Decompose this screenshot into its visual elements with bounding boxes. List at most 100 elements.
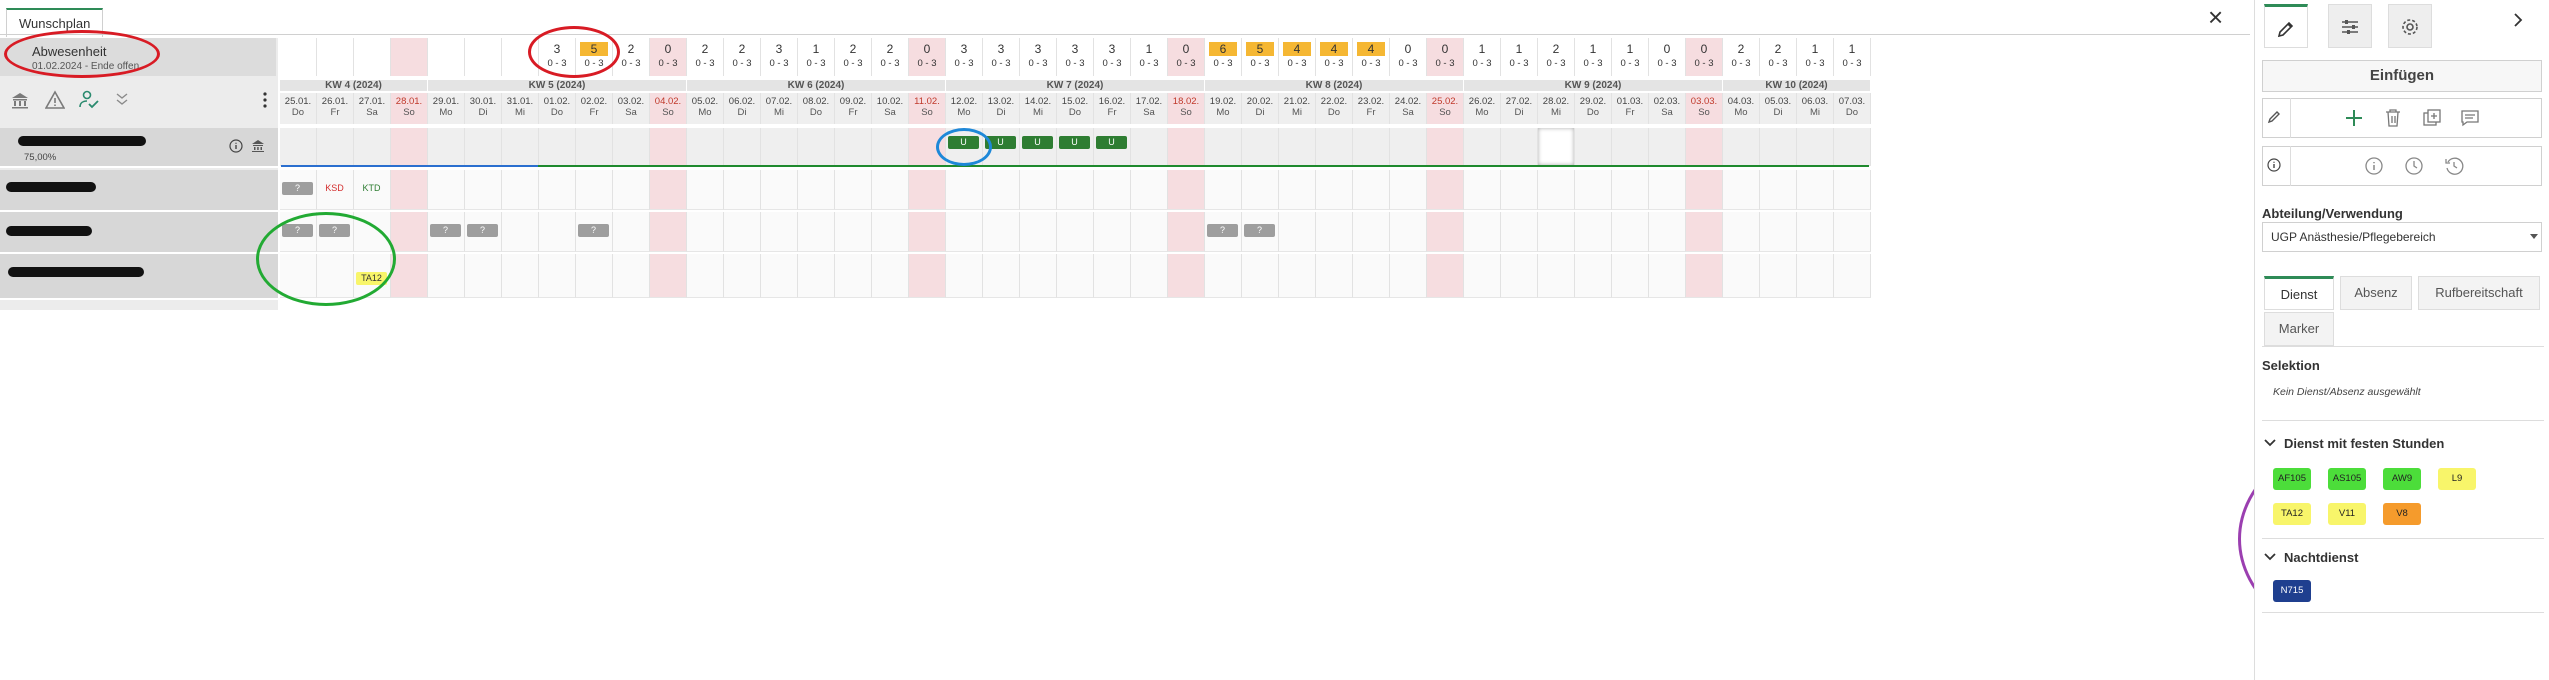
schedule-cell[interactable] (687, 212, 724, 252)
schedule-cell[interactable] (1020, 212, 1057, 252)
schedule-cell[interactable] (1464, 128, 1501, 166)
schedule-cell[interactable] (650, 254, 687, 298)
schedule-cell[interactable] (1057, 170, 1094, 210)
schedule-cell[interactable] (1242, 254, 1279, 298)
shift-tag-u[interactable]: U (1022, 136, 1053, 149)
schedule-cell[interactable] (428, 128, 465, 166)
schedule-cell[interactable] (687, 170, 724, 210)
schedule-cell[interactable] (1575, 170, 1612, 210)
schedule-cell[interactable] (1760, 212, 1797, 252)
date-cell[interactable]: 30.01. Di (465, 93, 502, 124)
schedule-cell[interactable] (1797, 128, 1834, 166)
schedule-cell[interactable] (354, 128, 391, 166)
date-cell[interactable]: 13.02. Di (983, 93, 1020, 124)
schedule-cell[interactable] (798, 128, 835, 166)
schedule-cell[interactable] (946, 170, 983, 210)
plus-icon[interactable] (2344, 108, 2364, 128)
date-cell[interactable]: 07.03. Do (1834, 93, 1871, 124)
date-cell[interactable]: 01.02. Do (539, 93, 576, 124)
shift-tag-unknown[interactable]: ? (282, 224, 313, 237)
schedule-cell[interactable] (539, 212, 576, 252)
subtab-rufbereitschaft[interactable]: Rufbereitschaft (2418, 276, 2540, 310)
schedule-cell[interactable] (1316, 254, 1353, 298)
shift-tag-u[interactable]: U (1059, 136, 1090, 149)
schedule-cell[interactable] (724, 254, 761, 298)
schedule-cell[interactable] (1464, 212, 1501, 252)
date-cell[interactable]: 25.01. Do (280, 93, 317, 124)
schedule-cell[interactable] (1686, 254, 1723, 298)
schedule-cell[interactable] (576, 128, 613, 166)
schedule-cell[interactable] (1390, 212, 1427, 252)
service-af105[interactable]: AF105 (2273, 468, 2311, 490)
schedule-cell[interactable] (1353, 254, 1390, 298)
schedule-cell[interactable] (1353, 170, 1390, 210)
tab-wunschplan[interactable]: Wunschplan (6, 8, 104, 37)
schedule-cell[interactable] (1279, 212, 1316, 252)
date-cell[interactable]: 12.02. Mo (946, 93, 983, 124)
clock-icon[interactable] (2404, 156, 2424, 176)
schedule-cell[interactable] (724, 128, 761, 166)
schedule-cell[interactable] (1538, 128, 1575, 166)
subtab-marker[interactable]: Marker (2264, 312, 2334, 346)
schedule-cell[interactable] (1205, 170, 1242, 210)
schedule-cell[interactable] (872, 170, 909, 210)
date-cell[interactable]: 29.02. Do (1575, 93, 1612, 124)
shift-tag-u[interactable]: U (948, 136, 979, 149)
shift-tag-unknown[interactable]: ? (319, 224, 350, 237)
date-cell[interactable]: 14.02. Mi (1020, 93, 1057, 124)
schedule-cell[interactable] (1649, 128, 1686, 166)
schedule-cell[interactable] (1797, 212, 1834, 252)
tab-edit[interactable] (2264, 4, 2308, 48)
service-v11[interactable]: V11 (2328, 503, 2366, 525)
duplicate-icon[interactable] (2422, 108, 2442, 128)
date-cell[interactable]: 05.02. Mo (687, 93, 724, 124)
date-cell[interactable]: 31.01. Mi (502, 93, 539, 124)
dropdown-arrow-icon[interactable] (2530, 234, 2538, 240)
schedule-cell[interactable] (1760, 254, 1797, 298)
schedule-cell[interactable] (1168, 212, 1205, 252)
schedule-cell[interactable] (1131, 212, 1168, 252)
date-cell[interactable]: 03.02. Sa (613, 93, 650, 124)
subtab-absenz[interactable]: Absenz (2340, 276, 2412, 310)
date-cell[interactable]: 25.02. So (1427, 93, 1464, 124)
schedule-cell[interactable] (1797, 170, 1834, 210)
date-cell[interactable]: 15.02. Do (1057, 93, 1094, 124)
schedule-cell[interactable] (1427, 128, 1464, 166)
schedule-cell[interactable] (354, 212, 391, 252)
schedule-cell[interactable] (835, 170, 872, 210)
schedule-cell[interactable] (1834, 128, 1871, 166)
schedule-cell[interactable] (1131, 254, 1168, 298)
section-night[interactable]: Nachtdienst (2284, 550, 2358, 565)
schedule-cell[interactable] (280, 128, 317, 166)
schedule-cell[interactable] (391, 170, 428, 210)
schedule-cell[interactable] (872, 212, 909, 252)
date-cell[interactable]: 22.02. Do (1316, 93, 1353, 124)
schedule-cell[interactable] (1723, 254, 1760, 298)
schedule-cell[interactable] (983, 212, 1020, 252)
schedule-cell[interactable] (909, 170, 946, 210)
chevron-down-icon[interactable] (2264, 552, 2276, 562)
schedule-cell[interactable] (502, 128, 539, 166)
schedule-cell[interactable] (1797, 254, 1834, 298)
schedule-cell[interactable] (1538, 170, 1575, 210)
shift-tag-unknown[interactable]: ? (1244, 224, 1275, 237)
schedule-cell[interactable] (280, 254, 317, 298)
date-cell[interactable]: 21.02. Mi (1279, 93, 1316, 124)
schedule-cell[interactable] (613, 128, 650, 166)
trash-icon[interactable] (2384, 108, 2402, 128)
schedule-cell[interactable] (465, 170, 502, 210)
date-cell[interactable]: 20.02. Di (1242, 93, 1279, 124)
date-cell[interactable]: 16.02. Fr (1094, 93, 1131, 124)
date-cell[interactable]: 26.02. Mo (1464, 93, 1501, 124)
service-ta12[interactable]: TA12 (2273, 503, 2311, 525)
schedule-cell[interactable] (1760, 128, 1797, 166)
schedule-cell[interactable] (1723, 128, 1760, 166)
schedule-cell[interactable] (1575, 212, 1612, 252)
schedule-cell[interactable] (1168, 128, 1205, 166)
schedule-cell[interactable] (1464, 170, 1501, 210)
schedule-cell[interactable] (391, 254, 428, 298)
date-cell[interactable]: 04.02. So (650, 93, 687, 124)
schedule-cell[interactable] (539, 128, 576, 166)
service-aw9[interactable]: AW9 (2383, 468, 2421, 490)
schedule-cell[interactable] (1834, 254, 1871, 298)
